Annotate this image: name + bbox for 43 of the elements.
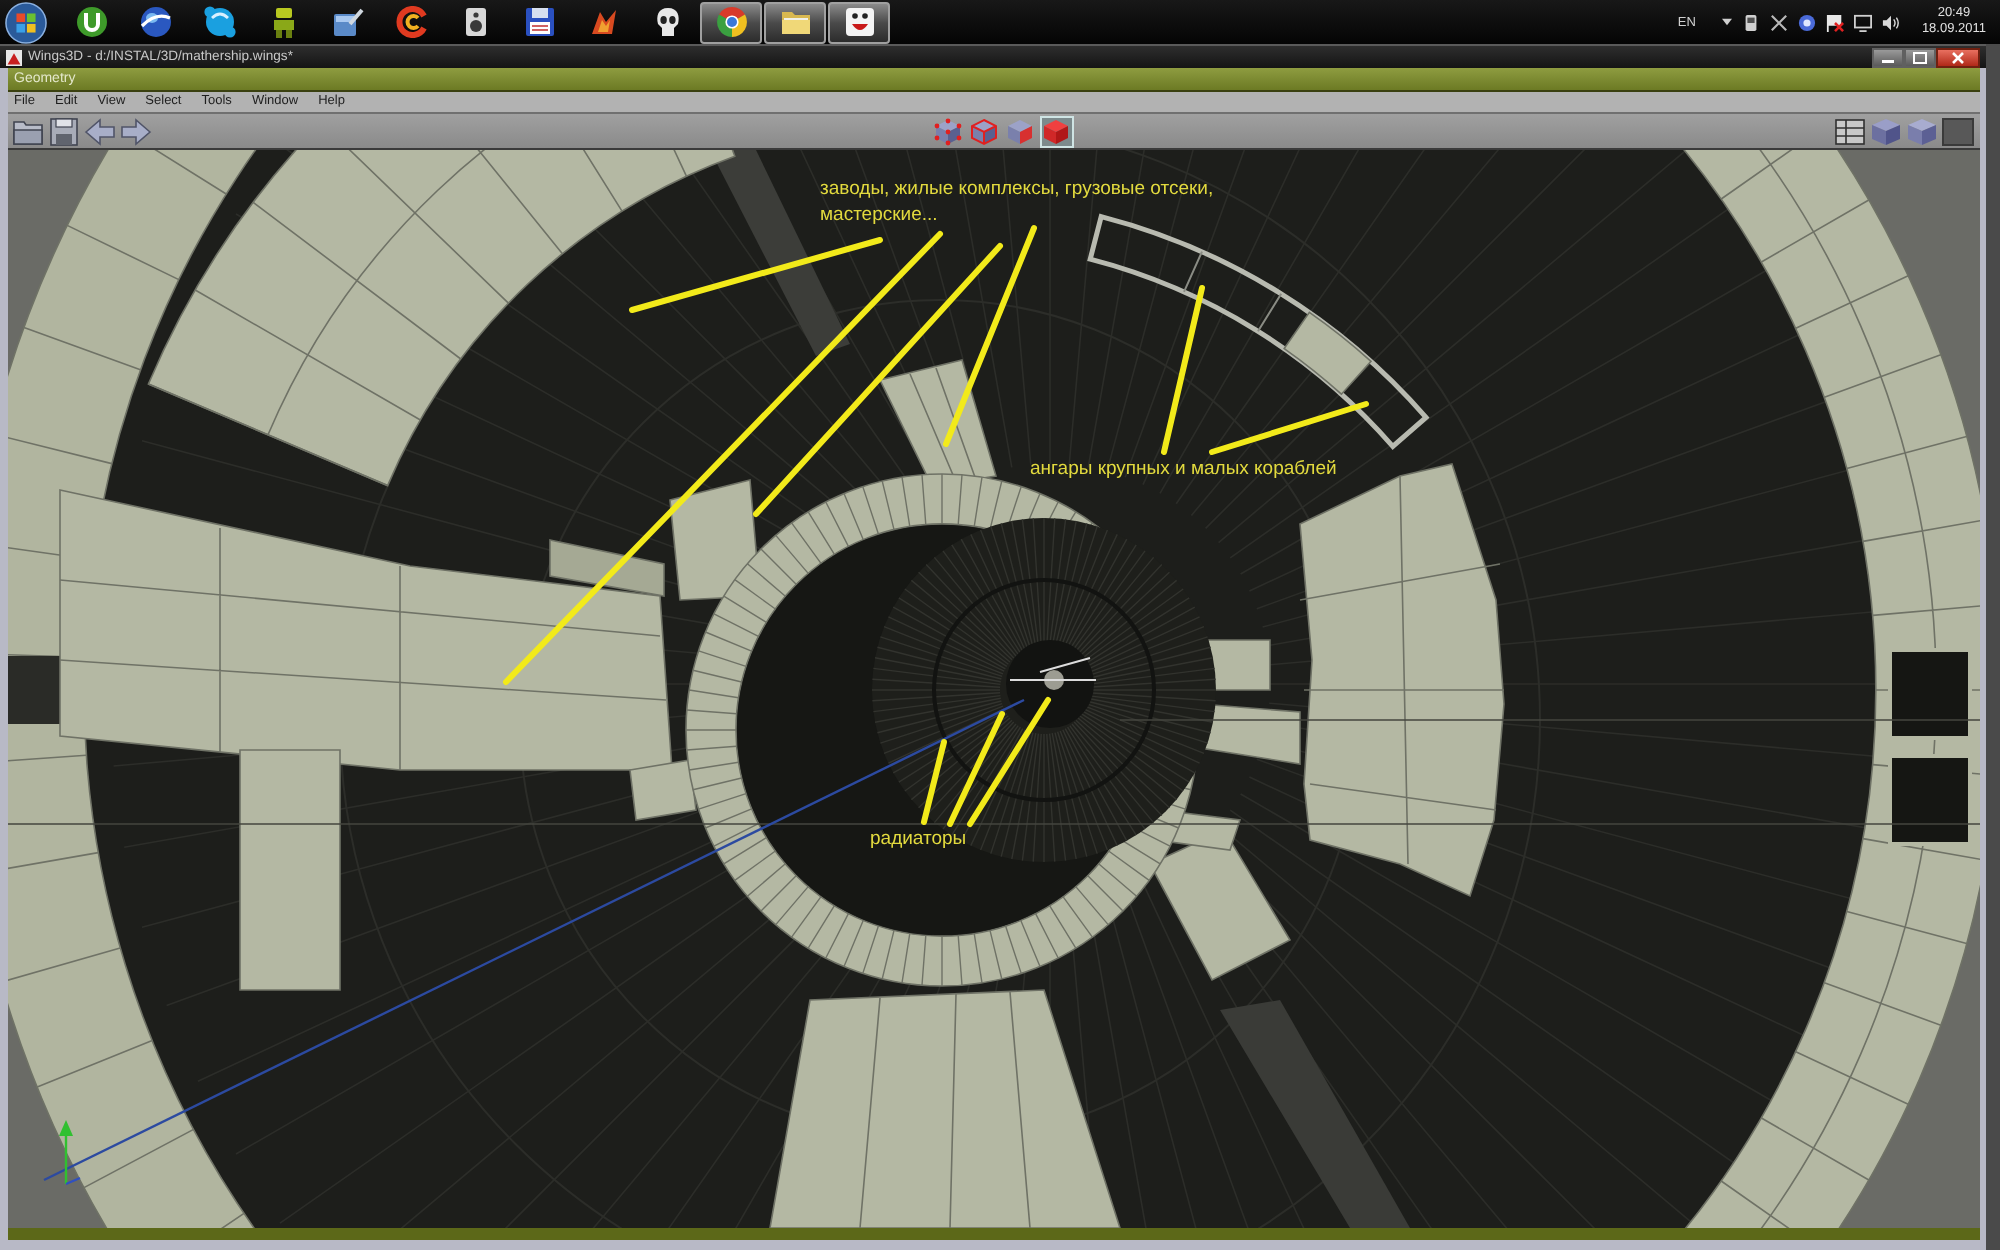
start-orb-icon[interactable] xyxy=(4,1,48,43)
left-arrow-icon[interactable] xyxy=(84,117,116,145)
annotation-label: радиаторы xyxy=(870,826,967,852)
cube-icon xyxy=(934,117,962,145)
square-icon[interactable] xyxy=(1942,117,1974,145)
mu-circle-icon xyxy=(75,6,107,38)
cube-icon xyxy=(1006,117,1034,145)
cube-icon xyxy=(1042,117,1070,145)
folder-icon[interactable] xyxy=(12,117,44,145)
cube-icon[interactable] xyxy=(1906,117,1938,145)
skull-icon xyxy=(651,6,683,38)
maximize-button[interactable] xyxy=(1904,47,1936,67)
toolbox-wrench-icon xyxy=(331,6,363,38)
taskbar-button[interactable] xyxy=(828,1,890,43)
globe-icon xyxy=(139,6,171,38)
taskbar-button[interactable] xyxy=(700,1,762,43)
flag-icon[interactable] xyxy=(1825,13,1844,31)
monitor-icon[interactable] xyxy=(1853,13,1872,31)
round-badge-icon[interactable] xyxy=(1797,13,1816,31)
close-button[interactable] xyxy=(1936,47,1980,67)
taskbar-button[interactable] xyxy=(764,1,826,43)
annotation-label: ангары крупных и малых кораблей xyxy=(1030,456,1337,482)
flame-icon xyxy=(587,6,619,38)
selection-mode-button[interactable] xyxy=(1039,115,1073,147)
swirl-icon xyxy=(395,6,427,38)
axis-indicator-icon xyxy=(59,1120,81,1186)
annotation-label: заводы, жилые комплексы, грузовые отсеки, мастерские... xyxy=(820,176,1216,228)
phone-icon[interactable] xyxy=(1741,13,1760,31)
x-mark-icon[interactable] xyxy=(1769,13,1788,31)
segmented-circle-icon xyxy=(715,6,747,38)
folder-icon xyxy=(779,6,811,38)
close-icon xyxy=(1950,51,1966,63)
viewport[interactable]: заводы, жилые комплексы, грузовые отсеки, мастерские... ангары крупных и малых кораблей радиаторы xyxy=(8,150,1980,1228)
app-logo-icon xyxy=(6,49,22,65)
caret-icon[interactable] xyxy=(1721,18,1732,26)
cube-icon xyxy=(970,117,998,145)
minimize-button[interactable] xyxy=(1872,47,1904,67)
right-arrow-icon[interactable] xyxy=(120,117,152,145)
volume-icon[interactable] xyxy=(1881,13,1900,31)
grid-icon[interactable] xyxy=(1834,117,1866,145)
smiley-face-icon xyxy=(843,6,875,38)
cloud-logo-icon xyxy=(203,6,235,38)
maximize-icon xyxy=(1912,51,1928,63)
